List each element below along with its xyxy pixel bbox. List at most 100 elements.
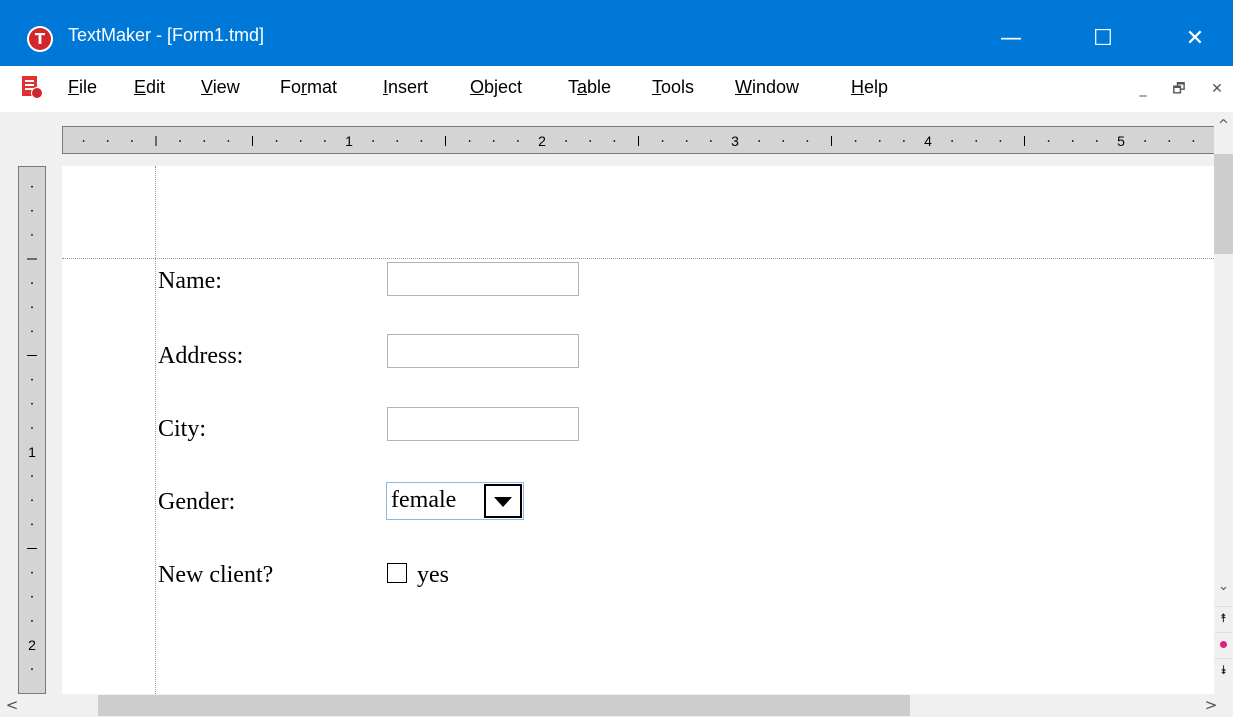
- ruler-tick: [82, 140, 85, 142]
- horizontal-ruler[interactable]: 1 2 3 4 5: [62, 126, 1214, 154]
- ruler-tick: [854, 140, 857, 142]
- menu-view[interactable]: View: [201, 77, 240, 98]
- ruler-tick: [179, 140, 182, 142]
- document-menu-icon[interactable]: [22, 76, 43, 100]
- gender-dropdown[interactable]: female: [386, 482, 524, 520]
- scroll-left-arrow-icon[interactable]: <: [0, 694, 24, 717]
- ruler-tick: [31, 306, 33, 309]
- menu-help[interactable]: Help: [851, 77, 888, 98]
- ruler-number: 2: [538, 133, 546, 149]
- ruler-tick: [902, 140, 905, 142]
- browse-object-icon[interactable]: [1215, 632, 1232, 654]
- ruler-tick: [1095, 140, 1098, 142]
- ruler-tick: [975, 140, 978, 142]
- ruler-tick: [31, 330, 33, 333]
- ruler-number: 2: [28, 637, 36, 653]
- window-title: TextMaker - [Form1.tmd]: [68, 25, 265, 45]
- ruler-tick: [130, 140, 133, 142]
- ruler-tick: [661, 140, 664, 142]
- ruler-tick: [420, 140, 423, 142]
- ruler-tick: [782, 140, 785, 142]
- ruler-tick: [516, 140, 519, 142]
- top-margin-guide: [62, 258, 1214, 259]
- document-page[interactable]: Name: Address: City: Gender: female New …: [62, 166, 1214, 694]
- ruler-tick: [1144, 140, 1147, 142]
- ruler-tick: [31, 402, 33, 405]
- horizontal-scrollbar[interactable]: < >: [0, 694, 1233, 717]
- ruler-number: 4: [924, 133, 932, 149]
- ruler-tick: [106, 140, 109, 142]
- gender-label: Gender:: [158, 489, 236, 515]
- name-field[interactable]: [387, 262, 579, 296]
- ruler-tick: [565, 140, 568, 142]
- menu-edit[interactable]: Edit: [134, 77, 165, 98]
- ruler-tick: [468, 140, 471, 142]
- ruler-number: 5: [1117, 133, 1125, 149]
- ruler-tick: [999, 140, 1002, 142]
- menu-bar: File Edit View Format Insert Object Tabl…: [0, 66, 1233, 112]
- ruler-tick: [31, 233, 33, 236]
- menu-format[interactable]: Format: [280, 77, 337, 98]
- ruler-tick: [323, 140, 326, 142]
- new-client-checkbox-label: yes: [417, 562, 449, 588]
- ruler-tick: [1047, 140, 1050, 142]
- ruler-tick: [31, 282, 33, 285]
- ruler-tick: [31, 378, 33, 381]
- ruler-tick: [709, 140, 712, 142]
- ruler-tick: [31, 571, 33, 574]
- ruler-tick: [31, 619, 33, 622]
- ruler-tick: [31, 668, 33, 671]
- ruler-tick: [275, 140, 278, 142]
- menu-tools[interactable]: Tools: [652, 77, 694, 98]
- menu-insert[interactable]: Insert: [383, 77, 428, 98]
- ruler-tick: [492, 140, 495, 142]
- address-field[interactable]: [387, 334, 579, 368]
- new-client-label: New client?: [158, 562, 274, 588]
- ruler-tick: [299, 140, 302, 142]
- next-page-icon[interactable]: ⯯: [1215, 658, 1232, 680]
- scroll-down-arrow-icon[interactable]: ⌄: [1214, 574, 1233, 600]
- city-label: City:: [158, 416, 207, 442]
- menu-window[interactable]: Window: [735, 77, 799, 98]
- ruler-tick: [685, 140, 688, 142]
- previous-page-icon[interactable]: ⯭: [1215, 606, 1232, 628]
- ruler-tick: [31, 185, 33, 188]
- ruler-tick: [31, 209, 33, 212]
- ruler-tick: [951, 140, 954, 142]
- document-minimize-button[interactable]: _: [1132, 78, 1154, 100]
- left-margin-guide: [155, 166, 156, 694]
- scroll-right-arrow-icon[interactable]: >: [1199, 694, 1223, 717]
- ruler-tick: [1168, 140, 1171, 142]
- menu-table[interactable]: Table: [568, 77, 611, 98]
- ruler-number: 1: [345, 133, 353, 149]
- vertical-scrollbar[interactable]: ^ ⌄ ⯭ ⯯: [1214, 112, 1233, 694]
- horizontal-scroll-thumb[interactable]: [98, 695, 910, 716]
- menu-file[interactable]: File: [68, 77, 97, 98]
- address-label: Address:: [158, 343, 244, 369]
- ruler-tick: [31, 499, 33, 502]
- ruler-tick: [372, 140, 375, 142]
- ruler-tick: [227, 140, 230, 142]
- textmaker-app-icon[interactable]: T: [27, 26, 53, 52]
- ruler-tick: [806, 140, 809, 142]
- document-close-button[interactable]: ✕: [1206, 78, 1228, 100]
- vertical-scroll-thumb[interactable]: [1214, 154, 1233, 254]
- ruler-tick: [31, 523, 33, 526]
- ruler-tick: [31, 595, 33, 598]
- ruler-number: 3: [731, 133, 739, 149]
- new-client-checkbox[interactable]: [387, 563, 407, 583]
- scroll-up-arrow-icon[interactable]: ^: [1214, 112, 1233, 140]
- menu-object[interactable]: Object: [470, 77, 522, 98]
- document-restore-button[interactable]: 🗗: [1168, 78, 1190, 100]
- ruler-tick: [31, 426, 33, 429]
- ruler-tick: [589, 140, 592, 142]
- ruler-tick: [31, 475, 33, 478]
- ruler-tick: [758, 140, 761, 142]
- vertical-ruler[interactable]: 12: [18, 166, 46, 694]
- city-field[interactable]: [387, 407, 579, 441]
- ruler-tick: [1192, 140, 1195, 142]
- name-label: Name:: [158, 268, 222, 294]
- dropdown-arrow-icon[interactable]: [484, 484, 522, 518]
- ruler-tick: [203, 140, 206, 142]
- ruler-number: 1: [28, 444, 36, 460]
